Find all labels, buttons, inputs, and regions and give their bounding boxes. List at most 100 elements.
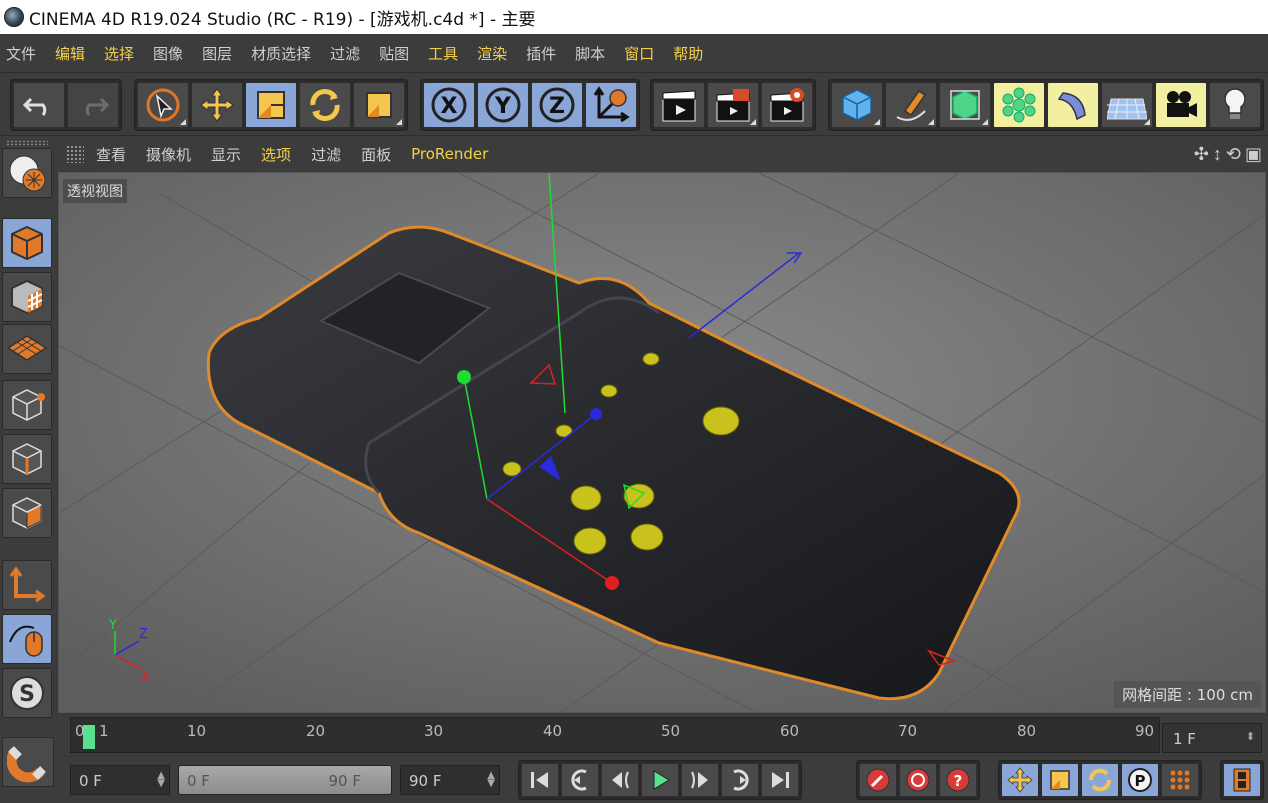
edges-cube-icon	[12, 443, 42, 475]
menu-render[interactable]: 渲染	[477, 43, 507, 64]
scale-track-button[interactable]	[1041, 763, 1079, 797]
spinner-icon[interactable]: ▲ ▼	[157, 771, 165, 789]
menu-tools[interactable]: 工具	[428, 43, 458, 64]
axis-mode-button[interactable]	[2, 560, 52, 610]
menu-help[interactable]: 帮助	[673, 43, 703, 64]
current-frame-field[interactable]: 0 F ▲ ▼	[70, 765, 170, 795]
next-frame-button[interactable]	[681, 763, 719, 797]
create-objects-group	[828, 79, 1264, 131]
max-frame-field[interactable]: 90 F ▲ ▼	[400, 765, 500, 795]
redo-button[interactable]	[67, 82, 119, 128]
point-level-animation-button[interactable]	[1161, 763, 1199, 797]
points-mode-button[interactable]	[2, 380, 52, 430]
timeline-window-group	[1220, 760, 1264, 800]
snap-button[interactable]: S	[2, 668, 52, 718]
y-axis-lock-button[interactable]: Y	[477, 82, 529, 128]
record-active-objects-button[interactable]	[859, 763, 897, 797]
playhead[interactable]	[83, 725, 95, 749]
live-selection-button[interactable]	[137, 82, 189, 128]
recent-tool-button[interactable]	[353, 82, 405, 128]
viewport-menu-display[interactable]: 显示	[211, 144, 241, 165]
subdivision-button[interactable]	[939, 82, 991, 128]
rotate-icon	[1089, 768, 1111, 792]
frame-step-value: 1 F	[1173, 730, 1196, 748]
perspective-viewport[interactable]: Y Z X 透视视图 网格间距 : 100 cm	[58, 172, 1266, 713]
record-key-icon	[866, 768, 890, 792]
pen-spline-button[interactable]	[885, 82, 937, 128]
menu-plugins[interactable]: 插件	[526, 43, 556, 64]
spinner-icon[interactable]: ▲ ▼	[487, 771, 495, 789]
subdivision-cube-icon	[950, 90, 980, 120]
rotate-view-icon[interactable]: ⟲	[1226, 144, 1241, 165]
coordinate-system-button[interactable]	[585, 82, 637, 128]
play-forward-button[interactable]	[641, 763, 679, 797]
viewport-menu-prorender[interactable]: ProRender	[411, 145, 488, 163]
cloner-button[interactable]	[993, 82, 1045, 128]
timeline-window-button[interactable]	[1223, 763, 1261, 797]
texture-checker-icon	[11, 279, 43, 315]
render-view-button[interactable]	[653, 82, 705, 128]
corner-axis-z-label: Z	[139, 627, 148, 642]
workplane-mode-button[interactable]	[2, 324, 52, 374]
viewport-menu-panel[interactable]: 面板	[361, 144, 391, 165]
next-key-button[interactable]	[721, 763, 759, 797]
timeline-ruler[interactable]: 0 1 10 20 30 40 50 60 70 80 90	[70, 717, 1160, 753]
go-to-end-button[interactable]	[761, 763, 799, 797]
toolbar-grip[interactable]	[6, 140, 48, 146]
menu-image[interactable]: 图像	[153, 43, 183, 64]
light-button[interactable]	[1209, 82, 1261, 128]
menu-filter[interactable]: 过滤	[330, 43, 360, 64]
menu-script[interactable]: 脚本	[575, 43, 605, 64]
previous-key-button[interactable]	[561, 763, 599, 797]
toggle-view-icon[interactable]: ▣	[1245, 144, 1262, 165]
x-axis-lock-button[interactable]: X	[423, 82, 475, 128]
menu-map[interactable]: 贴图	[379, 43, 409, 64]
undo-button[interactable]	[13, 82, 65, 128]
camera-button[interactable]	[1155, 82, 1207, 128]
previous-frame-button[interactable]	[601, 763, 639, 797]
menu-edit[interactable]: 编辑	[55, 43, 85, 64]
z-axis-lock-button[interactable]: Z	[531, 82, 583, 128]
viewport-menu-filter[interactable]: 过滤	[311, 144, 341, 165]
render-to-picture-viewer-button[interactable]	[707, 82, 759, 128]
preview-range-slider[interactable]: 0 F 90 F	[178, 765, 392, 795]
menu-select[interactable]: 选择	[104, 43, 134, 64]
zoom-view-icon[interactable]: ↕	[1213, 144, 1222, 165]
viewport-menu-view[interactable]: 查看	[96, 144, 126, 165]
viewport-menu-camera[interactable]: 摄像机	[146, 144, 191, 165]
render-settings-button[interactable]	[761, 82, 813, 128]
scale-tool-button[interactable]	[245, 82, 297, 128]
menu-file[interactable]: 文件	[6, 43, 36, 64]
spinner-icon[interactable]: ⬍	[1246, 730, 1255, 743]
camera-icon	[1167, 91, 1197, 117]
pan-view-icon[interactable]: ✣	[1194, 144, 1209, 165]
viewport-menu-options[interactable]: 选项	[261, 144, 291, 165]
tweak-mode-button[interactable]	[2, 614, 52, 664]
deformer-button[interactable]	[1047, 82, 1099, 128]
light-bulb-icon	[1224, 88, 1246, 119]
cube-object-button[interactable]	[831, 82, 883, 128]
parameter-track-button[interactable]: P	[1121, 763, 1159, 797]
make-editable-button[interactable]	[2, 148, 52, 198]
menu-layer[interactable]: 图层	[202, 43, 232, 64]
rotation-track-button[interactable]	[1081, 763, 1119, 797]
texture-mode-button[interactable]	[2, 272, 52, 322]
autokeying-button[interactable]	[899, 763, 937, 797]
floor-environment-button[interactable]	[1101, 82, 1153, 128]
menu-material-select[interactable]: 材质选择	[251, 43, 311, 64]
position-track-button[interactable]	[1001, 763, 1039, 797]
keyframe-selection-button[interactable]: ?	[939, 763, 977, 797]
go-to-start-button[interactable]	[521, 763, 559, 797]
edges-mode-button[interactable]	[2, 434, 52, 484]
rotate-tool-button[interactable]	[299, 82, 351, 128]
range-start-value: 0 F	[187, 772, 210, 790]
scale-icon	[257, 91, 285, 119]
tick-label: 40	[543, 722, 563, 740]
menu-window[interactable]: 窗口	[624, 43, 654, 64]
enable-snapping-button[interactable]	[2, 737, 54, 787]
polygons-mode-button[interactable]	[2, 488, 52, 538]
frame-step-field[interactable]: 1 F ⬍	[1162, 723, 1262, 753]
move-tool-button[interactable]	[191, 82, 243, 128]
viewport-grip[interactable]	[66, 145, 84, 163]
model-mode-button[interactable]	[2, 218, 52, 268]
